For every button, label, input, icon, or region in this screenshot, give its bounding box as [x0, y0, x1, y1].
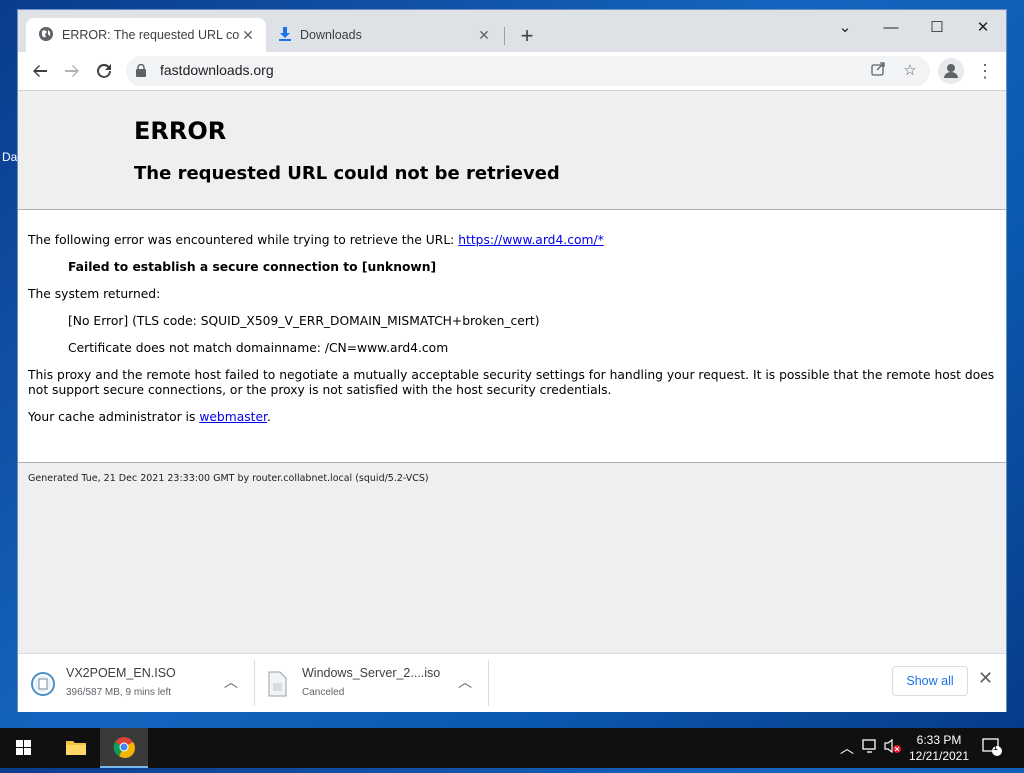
back-button[interactable]: [26, 57, 54, 85]
tab-close-icon[interactable]: ✕: [476, 27, 492, 44]
close-shelf-icon[interactable]: ✕: [978, 668, 993, 689]
download-separator: [488, 660, 489, 706]
tab-error[interactable]: ERROR: The requested URL could not be re…: [26, 18, 266, 52]
show-all-button[interactable]: Show all: [892, 666, 968, 696]
explanation-paragraph: This proxy and the remote host failed to…: [28, 368, 995, 397]
error-body: The following error was encountered whil…: [18, 210, 1006, 463]
page-title: ERROR: [134, 117, 227, 145]
intro-line: The following error was encountered whil…: [28, 233, 604, 247]
error-header: ERROR The requested URL could not be ret…: [18, 91, 1006, 210]
download-status: Canceled: [302, 687, 345, 698]
browser-toolbar: fastdownloads.org ☆ ⋮: [18, 52, 1006, 90]
error-url-link[interactable]: https://www.ard4.com/*: [458, 233, 604, 247]
tab-close-icon[interactable]: ✕: [240, 27, 256, 44]
tab-separator: [504, 27, 505, 45]
tab-title: ERROR: The requested URL could not be re…: [62, 28, 240, 42]
bookmark-star-icon[interactable]: ☆: [900, 61, 920, 81]
clock-date: 12/21/2021: [908, 749, 970, 763]
start-button[interactable]: [0, 728, 48, 768]
notification-count: 1: [993, 742, 999, 752]
browser-window: ERROR: The requested URL could not be re…: [18, 10, 1006, 712]
webmaster-link[interactable]: webmaster: [199, 410, 267, 424]
tab-title: Downloads: [300, 28, 362, 42]
admin-prefix: Your cache administrator is: [28, 410, 196, 424]
file-explorer-button[interactable]: [52, 728, 100, 768]
profile-avatar[interactable]: [938, 58, 964, 84]
system-returned-label: The system returned:: [28, 287, 161, 301]
globe-icon: [38, 26, 54, 45]
network-icon[interactable]: [862, 738, 878, 757]
url-text[interactable]: fastdownloads.org: [160, 62, 274, 78]
menu-dots-icon[interactable]: ⋮: [976, 58, 994, 84]
chevron-up-icon[interactable]: ︿: [458, 672, 472, 692]
desktop-icon-label: Da: [2, 150, 18, 164]
page-content: ERROR The requested URL could not be ret…: [18, 90, 1006, 654]
address-bar[interactable]: fastdownloads.org ☆: [126, 56, 930, 86]
tab-downloads[interactable]: Downloads ✕: [266, 18, 502, 52]
share-icon[interactable]: [868, 61, 888, 81]
notification-icon: [982, 738, 1002, 756]
folder-icon: [66, 741, 86, 755]
download-icon: [278, 26, 292, 45]
new-tab-button[interactable]: +: [514, 24, 540, 50]
chrome-taskbar-button[interactable]: [100, 728, 148, 768]
download-status: 396/587 MB, 9 mins left: [66, 687, 172, 698]
lock-icon[interactable]: [136, 63, 146, 82]
tls-error-code: [No Error] (TLS code: SQUID_X509_V_ERR_D…: [68, 314, 540, 328]
title-bar: ERROR: The requested URL could not be re…: [18, 10, 1006, 52]
file-icon: [266, 671, 290, 697]
download-item[interactable]: VX2POEM_EN.ISO 396/587 MB, 9 mins left ︿: [18, 660, 254, 706]
disc-image-icon: [30, 671, 55, 697]
maximize-button[interactable]: ☐: [914, 14, 960, 42]
reload-button[interactable]: [90, 57, 118, 85]
taskbar: ︿ 6:33 PM 12/21/2021 1: [0, 728, 1024, 768]
forward-button[interactable]: [58, 57, 86, 85]
download-filename: Windows_Server_2....iso: [302, 666, 441, 680]
generated-footer: Generated Tue, 21 Dec 2021 23:33:00 GMT …: [28, 473, 429, 484]
notification-center-button[interactable]: 1: [982, 738, 1002, 756]
failure-message: Failed to establish a secure connection …: [68, 260, 437, 274]
page-subtitle: The requested URL could not be retrieved: [134, 163, 560, 184]
system-clock[interactable]: 6:33 PM 12/21/2021: [906, 732, 972, 764]
close-window-button[interactable]: ✕: [960, 14, 1006, 42]
tab-search-icon[interactable]: ⌄: [822, 14, 868, 42]
chevron-up-icon[interactable]: ︿: [224, 672, 238, 692]
certificate-message: Certificate does not match domainname: /…: [68, 341, 449, 355]
download-filename: VX2POEM_EN.ISO: [66, 666, 176, 680]
chevron-up-icon[interactable]: ︿: [840, 738, 854, 758]
admin-suffix: .: [266, 410, 271, 424]
chrome-icon: [113, 737, 135, 758]
volume-muted-icon[interactable]: [884, 738, 902, 757]
windows-logo-icon: [16, 740, 31, 755]
clock-time: 6:33 PM: [916, 733, 962, 747]
download-shelf: VX2POEM_EN.ISO 396/587 MB, 9 mins left ︿…: [18, 653, 1006, 712]
minimize-button[interactable]: —: [868, 14, 914, 42]
admin-line: Your cache administrator is webmaster.: [28, 410, 271, 424]
download-item[interactable]: Windows_Server_2....iso Canceled ︿: [254, 660, 488, 706]
intro-text: The following error was encountered whil…: [28, 233, 455, 247]
